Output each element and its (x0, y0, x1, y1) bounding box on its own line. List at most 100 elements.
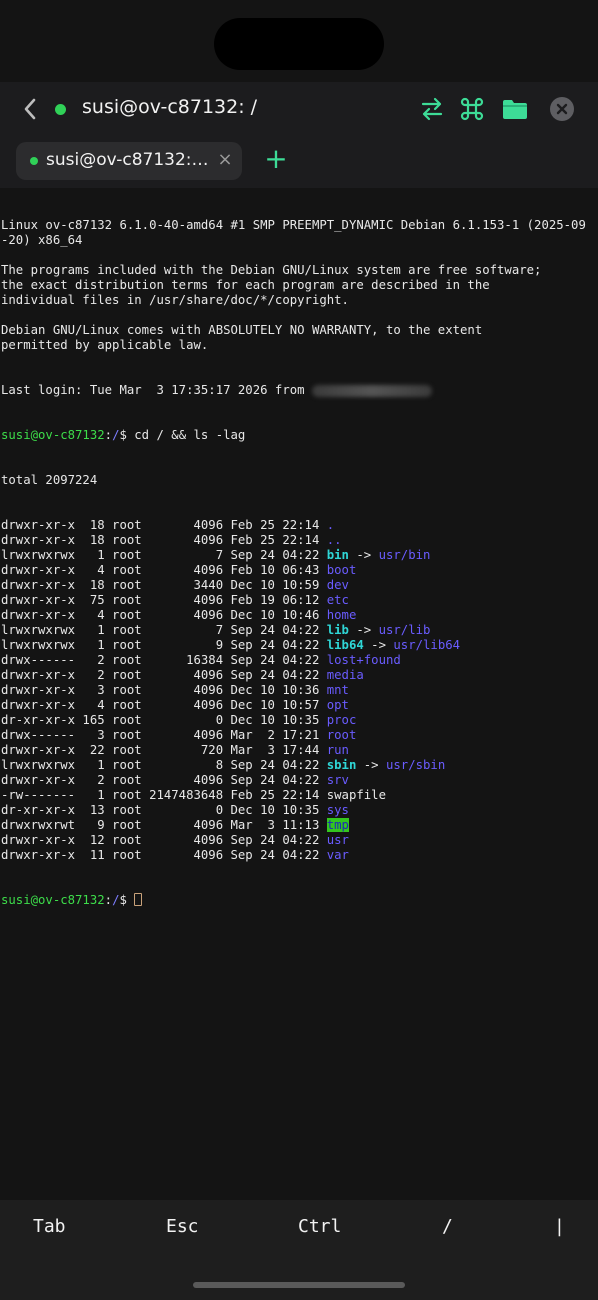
tab-status-dot (30, 157, 38, 165)
listing-meta: drwxr-xr-x 4 root 4096 Feb 10 06:43 (1, 563, 327, 577)
listing-row: lrwxrwxrwx 1 root 7 Sep 24 04:22 bin -> … (1, 548, 598, 563)
listing-filename: home (326, 608, 357, 622)
listing-meta: drwxr-xr-x 2 root 4096 Sep 24 04:22 (1, 773, 327, 787)
listing-meta: drwxr-xr-x 22 root 720 Mar 3 17:44 (1, 743, 327, 757)
listing-filename: swapfile (326, 788, 386, 802)
home-indicator (193, 1282, 405, 1288)
listing-meta: lrwxrwxrwx 1 root 9 Sep 24 04:22 (1, 638, 327, 652)
key-esc[interactable]: Esc (166, 1216, 199, 1240)
motd-line: The programs included with the Debian GN… (1, 263, 542, 277)
tab-bar: susi@ov-c87132:… × + (0, 136, 598, 188)
listing-meta: drwxr-xr-x 18 root 4096 Feb 25 22:14 (1, 518, 327, 532)
command-text: cd / && ls -lag (134, 428, 246, 442)
listing-filename: dev (326, 578, 349, 592)
directory-listing: drwxr-xr-x 18 root 4096 Feb 25 22:14 . dr… (1, 518, 598, 863)
listing-filename: lib64 (326, 638, 364, 652)
listing-meta: lrwxrwxrwx 1 root 7 Sep 24 04:22 (1, 623, 327, 637)
listing-row: lrwxrwxrwx 1 root 7 Sep 24 04:22 lib -> … (1, 623, 598, 638)
prompt-end: $ (119, 428, 135, 442)
listing-filename: boot (326, 563, 357, 577)
add-tab-button[interactable]: + (262, 145, 290, 174)
prompt-end: $ (119, 893, 135, 907)
listing-meta: -rw------- 1 root 2147483648 Feb 25 22:1… (1, 788, 327, 802)
tab-label: susi@ov-c87132:… (46, 150, 209, 170)
tab-close-icon[interactable]: × (216, 149, 234, 171)
listing-row: drwxrwxrwt 9 root 4096 Mar 3 11:13 tmp (1, 818, 598, 833)
symlink-arrow: -> (363, 638, 394, 652)
listing-row: drwxr-xr-x 12 root 4096 Sep 24 04:22 usr (1, 833, 598, 848)
listing-row: drwxr-xr-x 2 root 4096 Sep 24 04:22 medi… (1, 668, 598, 683)
close-circle-icon (550, 97, 574, 121)
command-icon (460, 97, 484, 121)
listing-filename: usr (326, 833, 349, 847)
symlink-target: usr/sbin (386, 758, 446, 772)
motd-line: Debian GNU/Linux comes with ABSOLUTELY N… (1, 323, 483, 337)
listing-row: lrwxrwxrwx 1 root 8 Sep 24 04:22 sbin ->… (1, 758, 598, 773)
symlink-target: usr/lib64 (393, 638, 461, 652)
listing-meta: drwxr-xr-x 2 root 4096 Sep 24 04:22 (1, 668, 327, 682)
motd-line: permitted by applicable law. (1, 338, 209, 352)
key-ctrl[interactable]: Ctrl (298, 1216, 341, 1240)
files-button[interactable] (501, 95, 529, 123)
listing-meta: dr-xr-xr-x 165 root 0 Dec 10 10:35 (1, 713, 327, 727)
listing-filename: sys (326, 803, 349, 817)
listing-row: drwxr-xr-x 75 root 4096 Feb 19 06:12 etc (1, 593, 598, 608)
key-slash[interactable]: / (442, 1216, 453, 1240)
listing-filename: sbin (326, 758, 357, 772)
motd-line (1, 308, 598, 323)
swap-button[interactable] (418, 95, 446, 123)
key-pipe[interactable]: | (554, 1216, 565, 1240)
listing-filename: tmp (326, 818, 349, 832)
listing-meta: drwxrwxrwt 9 root 4096 Mar 3 11:13 (1, 818, 327, 832)
listing-filename: opt (326, 698, 349, 712)
command-button[interactable] (458, 95, 486, 123)
top-bar: susi@ov-c87132: / (0, 82, 598, 136)
close-session-button[interactable] (548, 95, 576, 123)
command-line: susi@ov-c87132:/$ cd / && ls -lag (1, 428, 598, 443)
folder-icon (503, 100, 527, 119)
listing-row: drwxr-xr-x 3 root 4096 Dec 10 10:36 mnt (1, 683, 598, 698)
listing-row: lrwxrwxrwx 1 root 9 Sep 24 04:22 lib64 -… (1, 638, 598, 653)
listing-meta: drwxr-xr-x 4 root 4096 Dec 10 10:46 (1, 608, 327, 622)
extra-keys-bar: Tab Esc Ctrl / | (0, 1200, 598, 1300)
listing-meta: drwxr-xr-x 11 root 4096 Sep 24 04:22 (1, 848, 327, 862)
listing-meta: lrwxrwxrwx 1 root 8 Sep 24 04:22 (1, 758, 327, 772)
listing-meta: drwxr-xr-x 75 root 4096 Feb 19 06:12 (1, 593, 327, 607)
last-login-line: Last login: Tue Mar 3 17:35:17 2026 from (1, 383, 598, 398)
symlink-arrow: -> (348, 623, 379, 637)
terminal-output[interactable]: Linux ov-c87132 6.1.0-40-amd64 #1 SMP PR… (0, 188, 598, 1200)
text-cursor (134, 893, 143, 906)
listing-row: drwxr-xr-x 4 root 4096 Feb 10 06:43 boot (1, 563, 598, 578)
listing-meta: drwxr-xr-x 12 root 4096 Sep 24 04:22 (1, 833, 327, 847)
symlink-arrow: -> (348, 548, 379, 562)
session-title: susi@ov-c87132: / (82, 96, 258, 118)
listing-filename: srv (326, 773, 349, 787)
prompt-user: susi@ov-c87132 (1, 428, 105, 442)
listing-filename: proc (326, 713, 357, 727)
listing-row: drwxr-xr-x 4 root 4096 Dec 10 10:57 opt (1, 698, 598, 713)
listing-filename: etc (326, 593, 349, 607)
listing-filename: . (326, 518, 335, 532)
back-button[interactable] (18, 96, 42, 122)
motd-block: Linux ov-c87132 6.1.0-40-amd64 #1 SMP PR… (1, 218, 598, 353)
listing-meta: drwxr-xr-x 18 root 3440 Dec 10 10:59 (1, 578, 327, 592)
prompt-separator: : (104, 893, 113, 907)
listing-filename: lost+found (326, 653, 401, 667)
listing-filename: .. (326, 533, 342, 547)
active-prompt-line: susi@ov-c87132:/$ (1, 893, 598, 908)
last-login-text: Last login: Tue Mar 3 17:35:17 2026 from (1, 383, 312, 397)
tab-session[interactable]: susi@ov-c87132:… × (16, 142, 242, 180)
symlink-arrow: -> (356, 758, 386, 772)
listing-filename: mnt (326, 683, 349, 697)
listing-row: drwxr-xr-x 11 root 4096 Sep 24 04:22 var (1, 848, 598, 863)
prompt-separator: : (104, 428, 113, 442)
listing-meta: dr-xr-xr-x 13 root 0 Dec 10 10:35 (1, 803, 327, 817)
listing-filename: root (326, 728, 357, 742)
symlink-target: usr/bin (378, 548, 431, 562)
motd-line: individual files in /usr/share/doc/*/cop… (1, 293, 349, 307)
key-tab[interactable]: Tab (33, 1216, 66, 1240)
prompt-user: susi@ov-c87132 (1, 893, 105, 907)
total-line: total 2097224 (1, 473, 98, 487)
listing-filename: media (326, 668, 364, 682)
listing-meta: drwxr-xr-x 18 root 4096 Feb 25 22:14 (1, 533, 327, 547)
